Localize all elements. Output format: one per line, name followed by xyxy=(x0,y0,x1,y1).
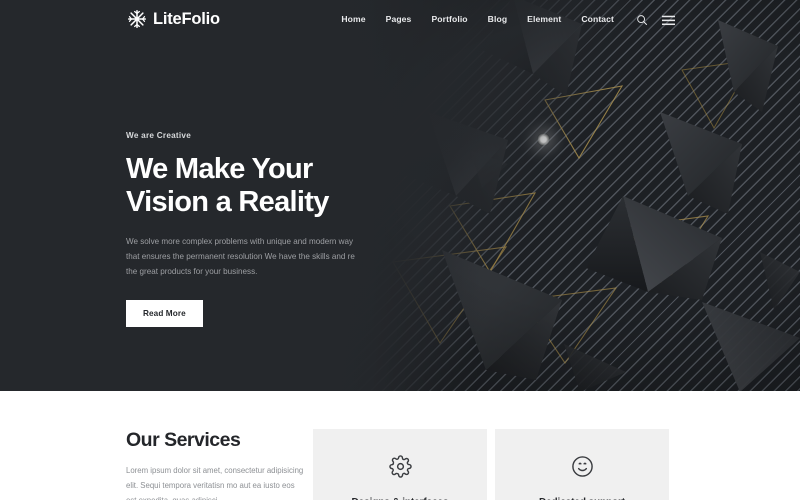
brand-name: LiteFolio xyxy=(153,9,220,28)
services-intro: Our Services Lorem ipsum dolor sit amet,… xyxy=(126,429,313,500)
service-card-support[interactable]: Dedicated support xyxy=(495,429,669,500)
service-card-designs[interactable]: Designs & interfaces xyxy=(313,429,487,500)
site-header: LiteFolio Home Pages Portfolio Blog Elem… xyxy=(0,0,800,38)
hero-eyebrow: We are Creative xyxy=(126,131,192,140)
smiley-face-icon xyxy=(571,455,594,483)
snowflake-logo-icon xyxy=(126,8,148,30)
gear-icon xyxy=(388,455,412,483)
hero-title: We Make Your Vision a Reality xyxy=(126,153,376,219)
nav-item-pages[interactable]: Pages xyxy=(376,14,422,24)
services-section: Our Services Lorem ipsum dolor sit amet,… xyxy=(0,391,800,500)
nav-item-blog[interactable]: Blog xyxy=(478,14,518,24)
brand-logo[interactable]: LiteFolio xyxy=(126,8,220,30)
services-card-list: Designs & interfaces Dedicated support xyxy=(313,429,669,500)
nav-item-element[interactable]: Element xyxy=(517,14,571,24)
read-more-button[interactable]: Read More xyxy=(126,300,203,327)
nav-item-contact[interactable]: Contact xyxy=(571,14,624,24)
hero-description: We solve more complex problems with uniq… xyxy=(126,237,355,277)
main-navigation: Home Pages Portfolio Blog Element Contac… xyxy=(331,13,675,26)
services-title: Our Services xyxy=(126,429,241,451)
hero-content: We are Creative We Make Your Vision a Re… xyxy=(126,131,376,327)
hero-section: LiteFolio Home Pages Portfolio Blog Elem… xyxy=(0,0,800,391)
page-root: LiteFolio Home Pages Portfolio Blog Elem… xyxy=(0,0,800,500)
hamburger-menu-icon[interactable] xyxy=(662,13,675,26)
hero-title-line-1: We Make Your xyxy=(126,153,313,185)
search-icon[interactable] xyxy=(636,13,648,25)
hero-title-line-2: Vision a Reality xyxy=(126,186,329,219)
services-inner: Our Services Lorem ipsum dolor sit amet,… xyxy=(0,391,800,500)
services-subtitle: Lorem ipsum dolor sit amet, consectetur … xyxy=(126,466,304,500)
nav-item-home[interactable]: Home xyxy=(331,14,375,24)
nav-item-portfolio[interactable]: Portfolio xyxy=(421,14,477,24)
hero-artwork xyxy=(330,0,800,391)
header-icon-group xyxy=(636,13,675,26)
